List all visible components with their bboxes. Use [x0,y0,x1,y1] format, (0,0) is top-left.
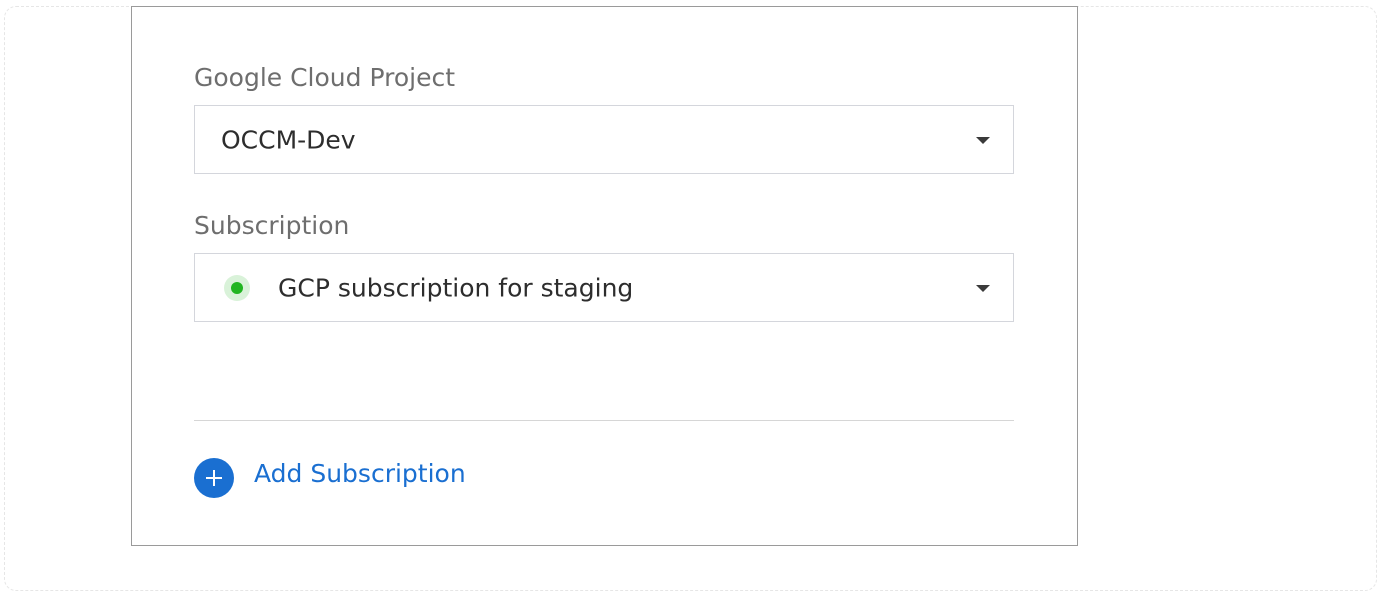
project-label: Google Cloud Project [194,63,455,92]
caret-down-icon [976,284,990,292]
project-select-value: OCCM-Dev [221,125,356,154]
caret-down-icon [976,136,990,144]
add-subscription-label: Add Subscription [254,458,466,488]
subscription-panel: Google Cloud Project OCCM-Dev Subscripti… [131,6,1078,546]
subscription-label: Subscription [194,211,350,240]
status-dot-icon [224,274,250,301]
subscription-select-value: GCP subscription for staging [278,273,634,302]
divider [194,420,1014,421]
add-subscription-button[interactable]: Add Subscription [194,453,466,498]
project-select[interactable]: OCCM-Dev [194,105,1014,174]
plus-circle-icon [194,458,234,498]
subscription-select[interactable]: GCP subscription for staging [194,253,1014,322]
